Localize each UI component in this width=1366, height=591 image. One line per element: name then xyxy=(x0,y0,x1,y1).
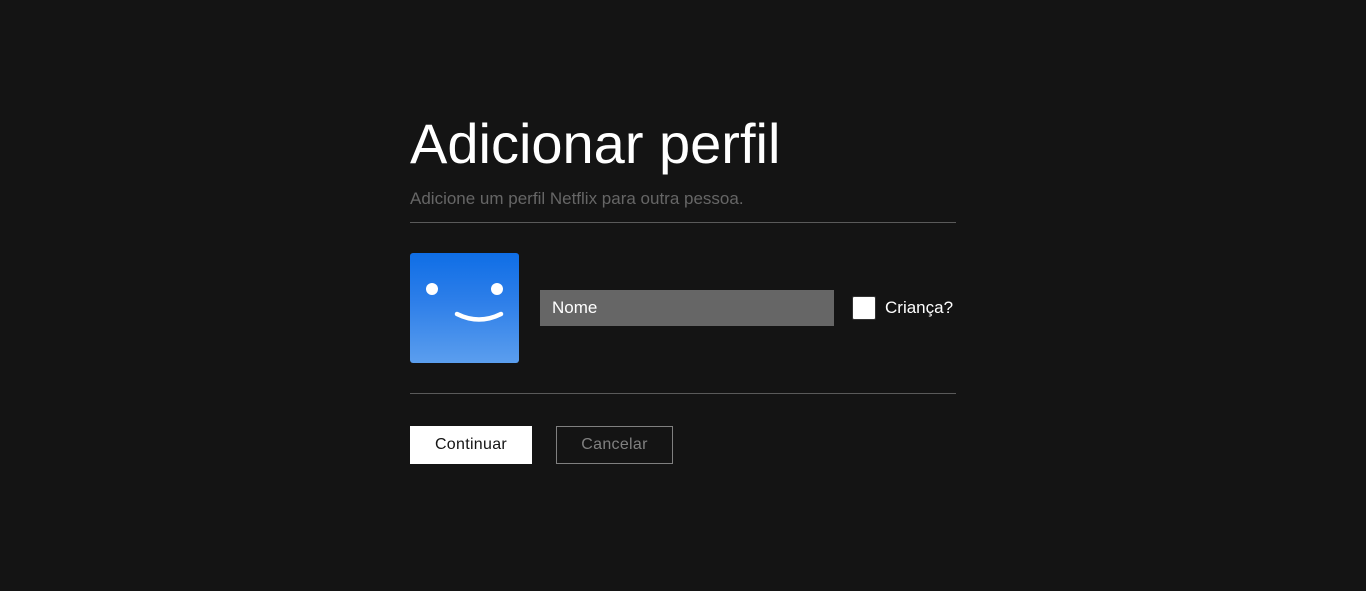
divider-top xyxy=(410,222,956,223)
page-title: Adicionar perfil xyxy=(410,112,781,175)
kids-checkbox-label: Criança? xyxy=(885,298,954,317)
profile-name-input[interactable] xyxy=(540,290,834,326)
continue-button[interactable]: Continuar xyxy=(410,426,532,464)
divider-bottom xyxy=(410,393,956,394)
profile-avatar[interactable] xyxy=(410,253,519,363)
kids-checkbox[interactable] xyxy=(852,296,876,320)
page-subtitle: Adicione um perfil Netflix para outra pe… xyxy=(410,189,744,208)
add-profile-panel: Adicionar perfil Adicione um perfil Netf… xyxy=(410,112,956,464)
cancel-button[interactable]: Cancelar xyxy=(556,426,673,464)
action-buttons: Continuar Cancelar xyxy=(410,426,956,464)
kids-profile-toggle[interactable]: Criança? xyxy=(852,296,953,320)
profile-entry-row: Criança? xyxy=(410,253,956,363)
smiley-face-icon xyxy=(426,283,504,322)
